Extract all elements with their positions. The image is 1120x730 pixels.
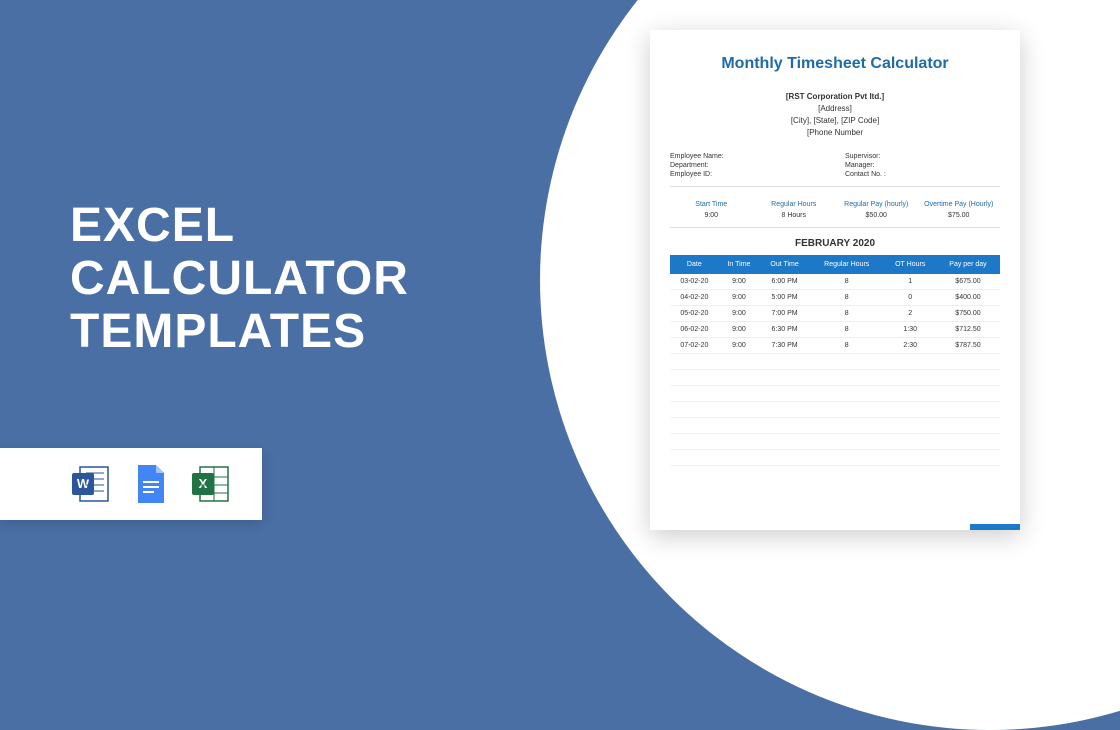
table-cell: $787.50 xyxy=(936,338,999,354)
table-cell: 8 xyxy=(809,306,884,322)
table-row-empty xyxy=(671,386,1000,402)
department-label: Department: xyxy=(670,162,825,169)
table-cell: 8 xyxy=(809,274,884,290)
th-out-time: Out Time xyxy=(760,256,810,274)
table-cell: 03-02-20 xyxy=(671,274,719,290)
rate-row: Start Time 9:00 Regular Hours 8 Hours Regu… xyxy=(670,201,1000,228)
table-cell: 9:00 xyxy=(718,306,760,322)
supervisor-label: Supervisor: xyxy=(845,153,1000,160)
table-cell: 6:30 PM xyxy=(760,322,810,338)
th-in-time: In Time xyxy=(718,256,760,274)
app-icon-strip: W X xyxy=(0,448,262,520)
table-cell: 9:00 xyxy=(718,338,760,354)
table-cell: $750.00 xyxy=(936,306,999,322)
month-title: FEBRUARY 2020 xyxy=(670,238,1000,249)
table-row-empty xyxy=(671,370,1000,386)
start-time-header: Start Time xyxy=(670,201,753,208)
table-row: 06-02-209:006:30 PM81:30$712.50 xyxy=(671,322,1000,338)
table-cell: 8 xyxy=(809,338,884,354)
table-cell: 05-02-20 xyxy=(671,306,719,322)
title-line-2: CALCULATOR xyxy=(70,252,409,305)
google-docs-icon xyxy=(130,463,172,505)
table-cell: 8 xyxy=(809,322,884,338)
doc-title: Monthly Timesheet Calculator xyxy=(670,55,1000,73)
table-cell: $675.00 xyxy=(936,274,999,290)
table-cell: 8 xyxy=(809,290,884,306)
word-icon: W xyxy=(70,463,112,505)
table-row-empty xyxy=(671,402,1000,418)
svg-text:W: W xyxy=(77,476,90,491)
company-city-state-zip: [City], [State], [ZIP Code] xyxy=(670,115,1000,127)
table-header-row: Date In Time Out Time Regular Hours OT H… xyxy=(671,256,1000,274)
start-time-value: 9:00 xyxy=(670,212,753,219)
th-ot-hours: OT Hours xyxy=(884,256,936,274)
document-preview: Monthly Timesheet Calculator [RST Corpor… xyxy=(650,30,1020,530)
table-cell: 06-02-20 xyxy=(671,322,719,338)
svg-text:X: X xyxy=(199,476,208,491)
table-row: 05-02-209:007:00 PM82$750.00 xyxy=(671,306,1000,322)
table-cell: 9:00 xyxy=(718,290,760,306)
table-row: 04-02-209:005:00 PM80$400.00 xyxy=(671,290,1000,306)
table-cell: 7:30 PM xyxy=(760,338,810,354)
table-row: 03-02-209:006:00 PM81$675.00 xyxy=(671,274,1000,290)
page-footer-accent xyxy=(970,524,1020,530)
regular-hours-header: Regular Hours xyxy=(753,201,836,208)
table-cell: 1 xyxy=(884,274,936,290)
table-cell: 9:00 xyxy=(718,274,760,290)
hero-title-block: EXCEL CALCULATOR TEMPLATES xyxy=(70,200,409,358)
title-line-3: TEMPLATES xyxy=(70,305,366,358)
overtime-pay-header: Overtime Pay (Hourly) xyxy=(918,201,1001,208)
table-row: 07-02-209:007:30 PM82:30$787.50 xyxy=(671,338,1000,354)
th-regular-hours: Regular Hours xyxy=(809,256,884,274)
table-cell: 5:00 PM xyxy=(760,290,810,306)
regular-hours-value: 8 Hours xyxy=(753,212,836,219)
company-block: [RST Corporation Pvt ltd.] [Address] [Ci… xyxy=(670,91,1000,139)
regular-pay-value: $50.00 xyxy=(835,212,918,219)
excel-icon: X xyxy=(190,463,232,505)
emp-name-label: Employee Name: xyxy=(670,153,825,160)
th-date: Date xyxy=(671,256,719,274)
table-row-empty xyxy=(671,418,1000,434)
table-cell: 2:30 xyxy=(884,338,936,354)
table-row-empty xyxy=(671,354,1000,370)
table-cell: 04-02-20 xyxy=(671,290,719,306)
page-title: EXCEL CALCULATOR TEMPLATES xyxy=(70,200,409,358)
table-cell: 1:30 xyxy=(884,322,936,338)
contact-label: Contact No. : xyxy=(845,171,1000,178)
emp-id-label: Employee ID: xyxy=(670,171,825,178)
table-cell: 2 xyxy=(884,306,936,322)
title-line-1: EXCEL xyxy=(70,199,235,252)
table-cell: 6:00 PM xyxy=(760,274,810,290)
company-address: [Address] xyxy=(670,103,1000,115)
employee-info-grid: Employee Name: Supervisor: Department: M… xyxy=(670,153,1000,187)
table-cell: $712.50 xyxy=(936,322,999,338)
table-row-empty xyxy=(671,450,1000,466)
company-name: [RST Corporation Pvt ltd.] xyxy=(670,91,1000,103)
table-row-empty xyxy=(671,434,1000,450)
table-cell: 7:00 PM xyxy=(760,306,810,322)
regular-pay-header: Regular Pay (hourly) xyxy=(835,201,918,208)
table-cell: 0 xyxy=(884,290,936,306)
timesheet-table: Date In Time Out Time Regular Hours OT H… xyxy=(670,255,1000,466)
table-cell: $400.00 xyxy=(936,290,999,306)
manager-label: Manager: xyxy=(845,162,1000,169)
th-pay-per-day: Pay per day xyxy=(936,256,999,274)
table-cell: 9:00 xyxy=(718,322,760,338)
table-cell: 07-02-20 xyxy=(671,338,719,354)
overtime-pay-value: $75.00 xyxy=(918,212,1001,219)
company-phone: [Phone Number xyxy=(670,127,1000,139)
